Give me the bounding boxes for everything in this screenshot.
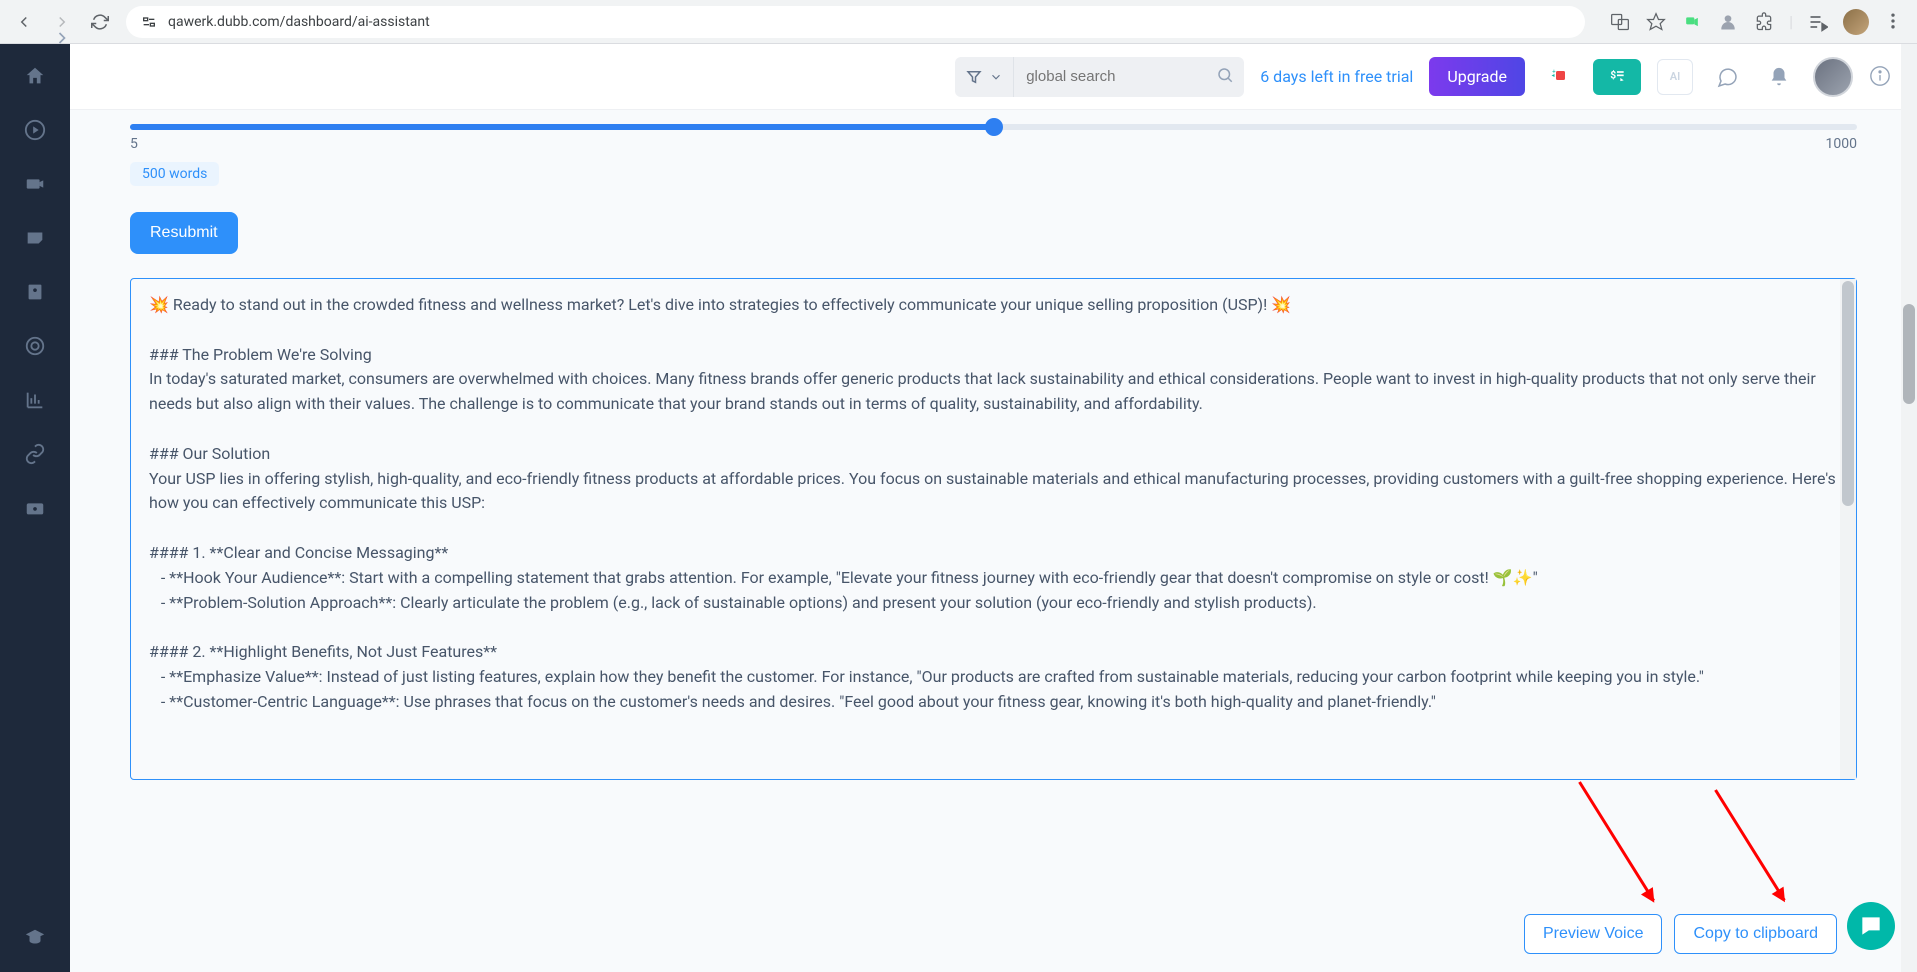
chat-icon[interactable]: [1709, 59, 1745, 95]
word-count-slider[interactable]: 5 1000 500 words: [130, 124, 1857, 186]
sidebar-education-icon[interactable]: [21, 924, 49, 952]
trial-text[interactable]: 6 days left in free trial: [1260, 67, 1413, 86]
sidebar: [0, 44, 70, 972]
sidebar-payment-icon[interactable]: [21, 494, 49, 522]
url-text: qawerk.dubb.com/dashboard/ai-assistant: [168, 14, 430, 30]
svg-text:+: +: [1552, 68, 1556, 75]
chrome-menu-icon[interactable]: [1883, 11, 1905, 33]
slider-min-label: 5: [130, 136, 138, 152]
profile-ext-icon[interactable]: [1717, 11, 1739, 33]
translate-icon[interactable]: [1609, 11, 1631, 33]
upgrade-button[interactable]: Upgrade: [1429, 57, 1525, 96]
camera-ext-icon[interactable]: [1681, 11, 1703, 33]
site-settings-icon[interactable]: [140, 13, 158, 31]
sidebar-camera-icon[interactable]: [21, 170, 49, 198]
sidebar-expand-icon[interactable]: [52, 28, 76, 52]
word-count-badge: 500 words: [130, 162, 219, 186]
playlist-icon[interactable]: [1807, 11, 1829, 33]
reload-button[interactable]: [88, 10, 112, 34]
output-box: 💥 Ready to stand out in the crowded fitn…: [130, 278, 1857, 780]
search-filter-dropdown[interactable]: [955, 57, 1014, 97]
search-wrap: [955, 57, 1244, 97]
sidebar-link-icon[interactable]: [21, 440, 49, 468]
record-icon[interactable]: +: [1541, 59, 1577, 95]
content-area: 5 1000 500 words Resubmit 💥 Ready to sta…: [70, 110, 1917, 972]
copy-clipboard-button[interactable]: Copy to clipboard: [1674, 914, 1837, 954]
output-scrollbar[interactable]: [1840, 279, 1856, 779]
output-text[interactable]: 💥 Ready to stand out in the crowded fitn…: [131, 279, 1856, 779]
back-button[interactable]: [12, 10, 36, 34]
annotation-arrow-2: [1714, 789, 1785, 901]
extensions-icon[interactable]: [1753, 11, 1775, 33]
ai-icon[interactable]: AI: [1657, 59, 1693, 95]
page-scrollbar[interactable]: [1901, 44, 1917, 972]
user-avatar[interactable]: [1813, 57, 1853, 97]
topbar: 6 days left in free trial Upgrade + $ AI: [70, 44, 1917, 110]
search-input[interactable]: [1014, 68, 1244, 85]
sidebar-home-icon[interactable]: [21, 62, 49, 90]
annotation-arrow-1: [1578, 781, 1655, 901]
sidebar-contacts-icon[interactable]: [21, 278, 49, 306]
preview-voice-button[interactable]: Preview Voice: [1524, 914, 1663, 954]
chrome-profile-avatar[interactable]: [1843, 9, 1869, 35]
search-icon[interactable]: [1216, 66, 1234, 88]
sidebar-analytics-icon[interactable]: [21, 386, 49, 414]
slider-thumb[interactable]: [985, 118, 1003, 136]
slider-max-label: 1000: [1826, 136, 1857, 152]
intercom-chat-icon[interactable]: [1847, 902, 1895, 950]
sidebar-inbox-icon[interactable]: [21, 224, 49, 252]
sidebar-target-icon[interactable]: [21, 332, 49, 360]
resubmit-button[interactable]: Resubmit: [130, 212, 238, 254]
info-icon[interactable]: [1869, 65, 1893, 89]
svg-text:$: $: [1610, 68, 1616, 81]
url-bar[interactable]: qawerk.dubb.com/dashboard/ai-assistant: [126, 6, 1585, 38]
sidebar-play-icon[interactable]: [21, 116, 49, 144]
browser-chrome: qawerk.dubb.com/dashboard/ai-assistant |: [0, 0, 1917, 44]
bookmark-icon[interactable]: [1645, 11, 1667, 33]
bell-icon[interactable]: [1761, 59, 1797, 95]
money-icon[interactable]: $: [1593, 59, 1641, 95]
